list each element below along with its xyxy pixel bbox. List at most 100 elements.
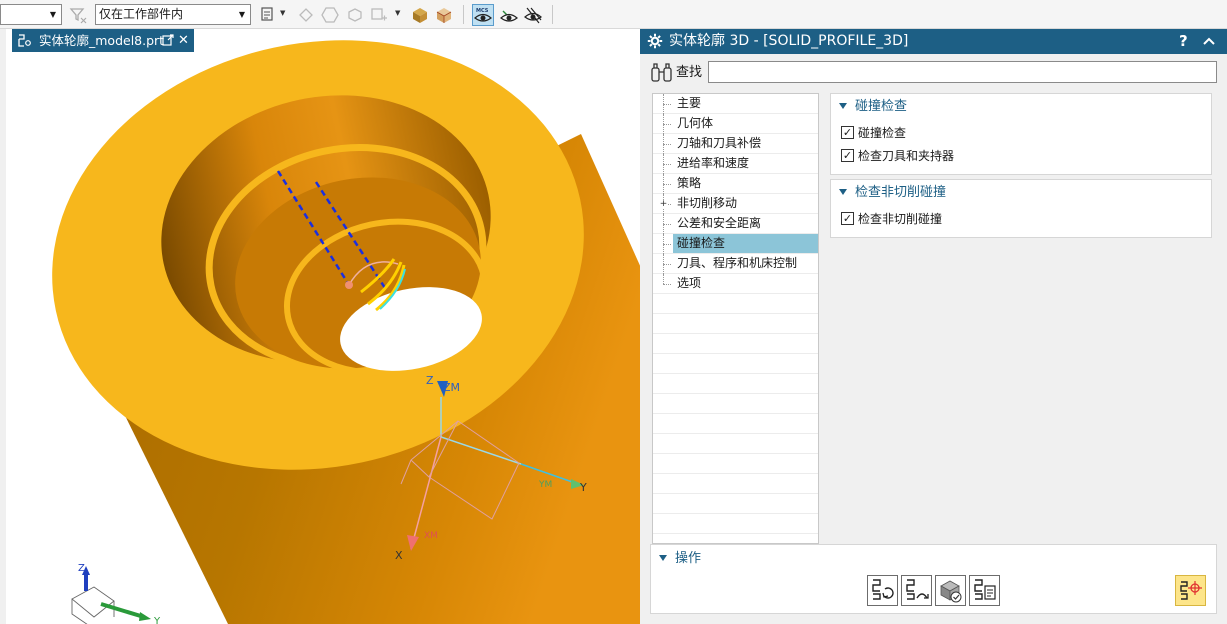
tree-connector: [663, 124, 671, 125]
nav-empty-row: [653, 514, 818, 534]
close-tab-icon[interactable]: ✕: [178, 29, 189, 52]
list-output-button[interactable]: [969, 575, 1000, 606]
solid-select-icon[interactable]: [345, 5, 365, 25]
binoculars-icon: [651, 63, 672, 82]
tree-connector: [663, 244, 671, 245]
generate-button[interactable]: [867, 575, 898, 606]
target-path-icon: [1180, 581, 1202, 600]
list-output-icon: [974, 579, 996, 600]
box-edges-icon[interactable]: [434, 5, 454, 25]
show-result-button[interactable]: [1175, 575, 1206, 606]
mcs-display-toggle[interactable]: MCS: [472, 4, 494, 26]
mcs-eye-icon: MCS: [474, 8, 492, 22]
checkbox-label: 碰撞检查: [858, 126, 907, 140]
find-input[interactable]: [708, 61, 1217, 83]
tree-connector: [663, 144, 671, 145]
chevron-down-icon: ▼: [49, 10, 57, 19]
chevron-down-icon: ▼: [238, 10, 246, 19]
graphics-viewport[interactable]: 实体轮廓_model8.prt ✕ Z ZM Y YM X XM Z Y: [0, 29, 640, 624]
navigation-tree: 主要 几何体 刀轴和刀具补偿 进给率和速度 策略 + 非切削移动 公差和安全距离: [652, 93, 819, 544]
nav-item-main[interactable]: 主要: [653, 94, 818, 114]
nav-item-label: 主要: [677, 96, 702, 110]
tree-connector: [663, 284, 671, 285]
nav-item-label: 选项: [677, 276, 702, 290]
actions-section: 操作: [650, 544, 1217, 614]
nav-empty-row: [653, 374, 818, 394]
collapse-triangle-icon: [659, 555, 667, 561]
triad-z-label: Z: [78, 563, 85, 574]
section-title: 碰撞检查: [855, 99, 908, 114]
tree-connector: [663, 274, 664, 284]
tree-connector: [663, 224, 671, 225]
checkbox-label: 检查刀具和夹持器: [858, 149, 955, 163]
mcs-ym-label: YM: [538, 480, 552, 490]
selection-filter-dropdown[interactable]: ▼: [0, 4, 62, 25]
replay-path-icon: [906, 579, 929, 600]
snap-point-icon[interactable]: [296, 5, 316, 25]
section-title: 操作: [675, 551, 702, 566]
nav-item-geometry[interactable]: 几何体: [653, 114, 818, 134]
nav-item-label: 进给率和速度: [677, 156, 750, 170]
nav-empty-row: [653, 434, 818, 454]
nav-item-label: 几何体: [677, 116, 714, 130]
help-button[interactable]: ?: [1179, 29, 1188, 54]
nav-empty-row: [653, 414, 818, 434]
nav-item-label: 刀具、程序和机床控制: [677, 256, 798, 270]
gear-icon: [647, 33, 663, 49]
nav-empty-row: [653, 354, 818, 374]
dialog-title-bar[interactable]: 实体轮廓 3D - [SOLID_PROFILE_3D] ?: [640, 29, 1227, 54]
nav-empty-row: [653, 314, 818, 334]
non-cutting-collision-section: 检查非切削碰撞 ✓ 检查非切削碰撞: [830, 179, 1212, 238]
nav-empty-row: [653, 474, 818, 494]
verify-solid-icon: [940, 580, 962, 603]
nav-item-tolerances[interactable]: 公差和安全距离: [653, 214, 818, 234]
hexagon-icon[interactable]: [320, 5, 340, 25]
tree-connector: [663, 264, 671, 265]
replay-button[interactable]: [901, 575, 932, 606]
mcs-x-label: X: [395, 549, 403, 562]
nav-empty-row: [653, 394, 818, 414]
popout-icon[interactable]: [162, 34, 174, 46]
nav-empty-row: [653, 334, 818, 354]
collapse-chevron-icon[interactable]: [1202, 36, 1216, 46]
checkbox-checked-icon: ✓: [841, 126, 854, 139]
nav-item-label: 非切削移动: [677, 196, 738, 210]
hide-eye-icon[interactable]: [523, 5, 543, 25]
selection-scope-dropdown[interactable]: 仅在工作部件内 ▼: [95, 4, 251, 25]
tree-connector: [663, 104, 671, 105]
solid-profile-3d-dialog: 实体轮廓 3D - [SOLID_PROFILE_3D] ? 查找 主要 几何体…: [640, 29, 1227, 624]
generate-path-icon: [872, 579, 894, 600]
mcs-xm-label: XM: [424, 531, 438, 541]
selection-scope-value: 仅在工作部件内: [99, 7, 184, 21]
verify-button[interactable]: [935, 575, 966, 606]
nav-item-label: 刀轴和刀具补偿: [677, 136, 762, 150]
nav-item-tool-program-machine[interactable]: 刀具、程序和机床控制: [653, 254, 818, 274]
view-triad[interactable]: Z Y: [71, 563, 161, 624]
nav-item-collision-check[interactable]: 碰撞检查: [653, 234, 818, 254]
chevron-down-icon[interactable]: ▼: [395, 9, 400, 17]
show-eye-icon[interactable]: [499, 5, 519, 25]
mcs-z-label: Z: [426, 374, 434, 387]
shaded-box-icon[interactable]: [410, 5, 430, 25]
part-3d-model: Z ZM Y YM X XM Z Y: [52, 40, 640, 624]
expand-plus-icon[interactable]: +: [659, 200, 668, 209]
nav-item-tool-axis[interactable]: 刀轴和刀具补偿: [653, 134, 818, 154]
type-filter-icon[interactable]: [259, 5, 279, 25]
part-file-icon: [18, 34, 31, 47]
tree-connector: [663, 184, 671, 185]
nav-item-options[interactable]: 选项: [653, 274, 818, 294]
part-file-tab[interactable]: 实体轮廓_model8.prt ✕: [12, 29, 194, 52]
dialog-title: 实体轮廓 3D - [SOLID_PROFILE_3D]: [669, 33, 909, 49]
mcs-y-label: Y: [579, 481, 587, 494]
toolbar-separator: [463, 5, 464, 24]
collision-check-section: 碰撞检查 ✓ 碰撞检查 ✓ 检查刀具和夹持器: [830, 93, 1212, 175]
feature-select-icon[interactable]: [369, 5, 389, 25]
section-title: 检查非切削碰撞: [855, 185, 947, 200]
nav-item-strategy[interactable]: 策略: [653, 174, 818, 194]
nav-item-non-cutting-moves[interactable]: + 非切削移动: [653, 194, 818, 214]
chevron-down-icon[interactable]: ▼: [280, 9, 285, 17]
part-file-tab-label: 实体轮廓_model8.prt: [39, 33, 165, 48]
filter-icon[interactable]: [68, 5, 88, 25]
nav-item-feeds-speeds[interactable]: 进给率和速度: [653, 154, 818, 174]
nav-item-label: 公差和安全距离: [677, 216, 762, 230]
